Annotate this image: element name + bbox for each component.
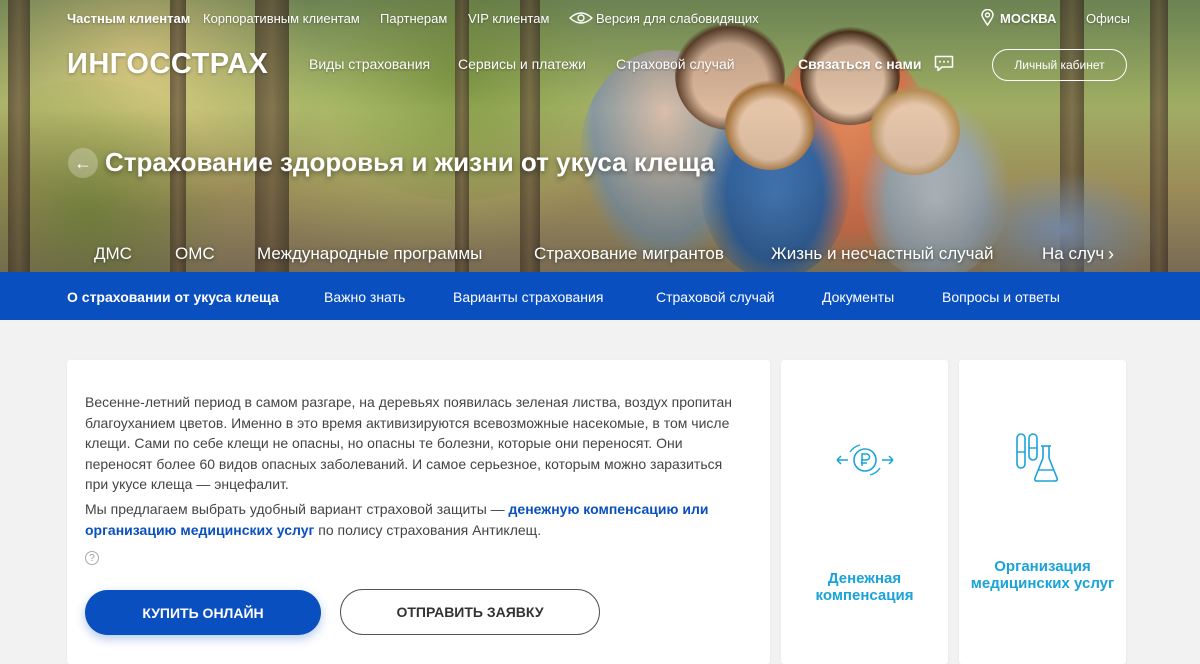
lab-flask-icon (1016, 433, 1059, 482)
subnav-important[interactable]: Важно знать (324, 289, 405, 305)
top-bar: Частным клиентам Корпоративным клиентам … (0, 0, 1200, 36)
option-money-label: Денежная компенсация (815, 570, 914, 604)
vip-clients-link[interactable]: VIP клиентам (468, 11, 549, 26)
hero-shade (0, 0, 1200, 272)
subnav-insured-event[interactable]: Страховой случай (656, 289, 775, 305)
corporate-clients-link[interactable]: Корпоративным клиентам (203, 11, 360, 26)
money-exchange-icon (836, 444, 894, 476)
category-tab-case[interactable]: На случ (1042, 244, 1104, 264)
hero-banner (0, 0, 1200, 272)
chevron-right-icon[interactable]: › (1108, 244, 1114, 265)
option-card-medical[interactable]: Организация медицинских услуг (959, 360, 1126, 664)
accessibility-link[interactable]: Версия для слабовидящих (596, 11, 759, 26)
page-title: Страхование здоровья и жизни от укуса кл… (105, 147, 715, 177)
help-icon[interactable]: ? (85, 551, 99, 565)
location-pin-icon (981, 9, 994, 26)
intro-card: Весенне-летний период в самом разгаре, н… (67, 360, 770, 664)
private-clients-link[interactable]: Частным клиентам (67, 11, 190, 26)
section-subnav: О страховании от укуса клеща Важно знать… (0, 272, 1200, 320)
city-selector[interactable]: МОСКВА (1000, 11, 1056, 26)
chat-icon[interactable] (934, 55, 954, 72)
buy-online-button[interactable]: КУПИТЬ ОНЛАЙН (85, 590, 321, 635)
back-arrow-icon[interactable]: ← (68, 148, 98, 178)
company-logo[interactable]: ИНГОССТРАХ (67, 48, 268, 81)
category-tab-international[interactable]: Международные программы (257, 244, 482, 264)
category-tab-oms[interactable]: ОМС (175, 244, 215, 264)
contact-us-link[interactable]: Связаться с нами (798, 56, 921, 72)
option-medical-label: Организация медицинских услуг (970, 558, 1115, 592)
category-tab-dms[interactable]: ДМС (94, 244, 132, 264)
category-tab-migrants[interactable]: Страхование мигрантов (534, 244, 724, 264)
intro-paragraph: Весенне-летний период в самом разгаре, н… (85, 394, 732, 492)
offer-text-prefix: Мы предлагаем выбрать удобный вариант ст… (85, 501, 509, 517)
partners-link[interactable]: Партнерам (380, 11, 447, 26)
nav-services-payments[interactable]: Сервисы и платежи (458, 56, 586, 72)
subnav-documents[interactable]: Документы (822, 289, 894, 305)
personal-cabinet-button[interactable]: Личный кабинет (992, 49, 1127, 81)
send-request-button[interactable]: ОТПРАВИТЬ ЗАЯВКУ (340, 589, 600, 635)
offer-text-suffix: по полису страхования Антиклещ. (314, 521, 542, 538)
offices-link[interactable]: Офисы (1086, 11, 1130, 26)
option-card-money[interactable]: Денежная компенсация (781, 360, 948, 664)
nav-insured-event[interactable]: Страховой случай (616, 56, 735, 72)
subnav-variants[interactable]: Варианты страхования (453, 289, 603, 305)
subnav-faq[interactable]: Вопросы и ответы (942, 289, 1060, 305)
eye-icon[interactable] (569, 11, 593, 25)
subnav-about[interactable]: О страховании от укуса клеща (67, 289, 279, 305)
offer-paragraph: Мы предлагаем выбрать удобный вариант ст… (85, 499, 745, 540)
nav-insurance-types[interactable]: Виды страхования (309, 56, 430, 72)
category-tab-life-accident[interactable]: Жизнь и несчастный случай (771, 244, 993, 264)
